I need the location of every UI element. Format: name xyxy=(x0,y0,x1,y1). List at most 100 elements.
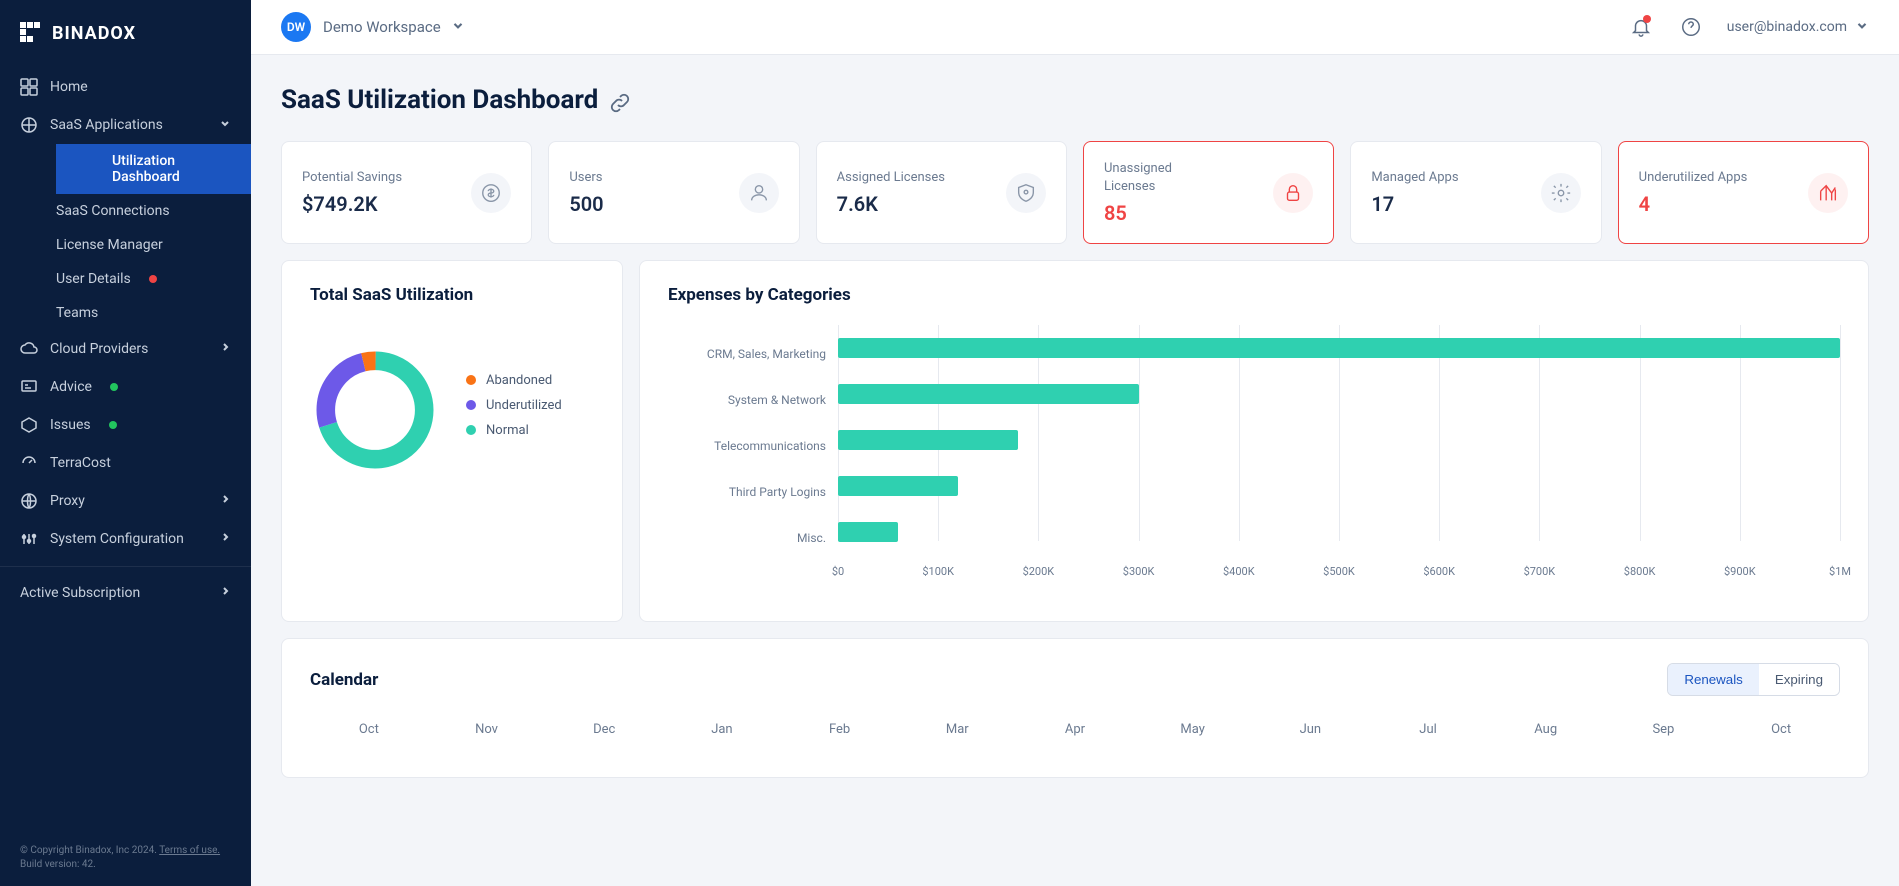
nav: Home SaaS Applications Utilization Dashb… xyxy=(0,68,251,834)
shield-icon xyxy=(1006,173,1046,213)
x-tick-label: $800K xyxy=(1624,565,1656,578)
share-link-button[interactable] xyxy=(610,90,630,110)
calendar-months: OctNovDecJanFebMarAprMayJunJulAugSepOct xyxy=(310,722,1840,737)
legend-label: Abandoned xyxy=(486,373,552,388)
month-label: Sep xyxy=(1605,722,1723,737)
content: SaaS Utilization Dashboard Potential Sav… xyxy=(251,55,1899,886)
kpi-managed-apps[interactable]: Managed Apps17 xyxy=(1350,141,1601,244)
divider xyxy=(0,566,251,567)
brand-logo-icon xyxy=(20,22,44,44)
x-tick-label: $400K xyxy=(1223,565,1255,578)
x-tick-label: $600K xyxy=(1423,565,1455,578)
nav-label: Cloud Providers xyxy=(50,341,148,357)
calendar-card: Calendar Renewals Expiring OctNovDecJanF… xyxy=(281,638,1869,778)
bar[interactable] xyxy=(838,430,1018,450)
nav-label: SaaS Connections xyxy=(56,203,170,219)
status-dot-icon xyxy=(110,383,118,391)
nav-label: License Manager xyxy=(56,237,163,253)
kpi-underutilized-apps[interactable]: Underutilized Apps4 xyxy=(1618,141,1869,244)
page-title: SaaS Utilization Dashboard xyxy=(281,85,1869,115)
nav-saas-submenu: Utilization Dashboard SaaS Connections L… xyxy=(0,144,251,330)
nav-teams[interactable]: Teams xyxy=(56,296,251,330)
x-tick-label: $900K xyxy=(1724,565,1756,578)
help-button[interactable] xyxy=(1677,13,1705,41)
tab-expiring[interactable]: Expiring xyxy=(1759,664,1839,695)
x-tick-label: $1M xyxy=(1829,565,1851,578)
nav-license-manager[interactable]: License Manager xyxy=(56,228,251,262)
workspace-switcher[interactable]: Demo Workspace xyxy=(323,18,465,36)
bar-y-labels: CRM, Sales, MarketingSystem & NetworkTel… xyxy=(668,325,838,591)
nav-cloud-providers[interactable]: Cloud Providers xyxy=(0,330,251,368)
expenses-by-categories-card: Expenses by Categories CRM, Sales, Marke… xyxy=(639,260,1869,622)
legend-dot-icon xyxy=(466,375,476,385)
nav-terracost[interactable]: TerraCost xyxy=(0,444,251,482)
terms-link[interactable]: Terms of use. xyxy=(159,845,220,856)
user-icon xyxy=(739,173,779,213)
legend-item[interactable]: Abandoned xyxy=(466,373,562,388)
kpi-label: Unassigned Licenses xyxy=(1104,160,1214,195)
nav-home[interactable]: Home xyxy=(0,68,251,106)
legend-dot-icon xyxy=(466,425,476,435)
month-label: Dec xyxy=(545,722,663,737)
advice-icon xyxy=(20,378,38,396)
nav-system-configuration[interactable]: System Configuration xyxy=(0,520,251,558)
bar[interactable] xyxy=(838,338,1840,358)
donut-chart[interactable] xyxy=(310,345,440,475)
kpi-potential-savings[interactable]: Potential Savings$749.2K xyxy=(281,141,532,244)
bar[interactable] xyxy=(838,476,958,496)
nav-label: Advice xyxy=(50,379,92,395)
expenses-bar-chart[interactable]: CRM, Sales, MarketingSystem & NetworkTel… xyxy=(668,325,1840,591)
nav-saas-connections[interactable]: SaaS Connections xyxy=(56,194,251,228)
kpi-label: Assigned Licenses xyxy=(837,169,945,187)
bar[interactable] xyxy=(838,522,898,542)
nav-issues[interactable]: Issues xyxy=(0,406,251,444)
kpi-unassigned-licenses[interactable]: Unassigned Licenses85 xyxy=(1083,141,1334,244)
kpi-label: Underutilized Apps xyxy=(1639,169,1748,187)
footer-note: © Copyright Binadox, Inc 2024. Terms of … xyxy=(0,834,251,886)
x-tick-label: $100K xyxy=(922,565,954,578)
kpi-assigned-licenses[interactable]: Assigned Licenses7.6K xyxy=(816,141,1067,244)
nav-saas-applications[interactable]: SaaS Applications xyxy=(0,106,251,144)
bar[interactable] xyxy=(838,384,1139,404)
nav-label: User Details xyxy=(56,271,131,287)
issues-icon xyxy=(20,416,38,434)
cloud-icon xyxy=(20,340,38,358)
month-label: Aug xyxy=(1487,722,1605,737)
kpi-label: Users xyxy=(569,169,603,187)
x-tick-label: $0 xyxy=(832,565,844,578)
topbar: DW Demo Workspace user@binadox.com xyxy=(251,0,1899,55)
apps-icon xyxy=(20,116,38,134)
bar-category-label: Misc. xyxy=(668,515,838,561)
legend-dot-icon xyxy=(466,400,476,410)
bar-category-label: CRM, Sales, Marketing xyxy=(668,331,838,377)
bar-category-label: Third Party Logins xyxy=(668,469,838,515)
legend-label: Normal xyxy=(486,423,529,438)
nav-label: Utilization Dashboard xyxy=(112,153,231,185)
terracost-icon xyxy=(20,454,38,472)
x-tick-label: $200K xyxy=(1023,565,1055,578)
kpi-users[interactable]: Users 500 xyxy=(548,141,799,244)
legend-item[interactable]: Normal xyxy=(466,423,562,438)
kpi-value: 500 xyxy=(569,192,603,216)
home-icon xyxy=(20,78,38,96)
nav-active-subscription[interactable]: Active Subscription xyxy=(0,575,251,611)
workspace-avatar: DW xyxy=(281,12,311,42)
nav-advice[interactable]: Advice xyxy=(0,368,251,406)
legend-item[interactable]: Underutilized xyxy=(466,398,562,413)
x-tick-label: $500K xyxy=(1323,565,1355,578)
user-menu[interactable]: user@binadox.com xyxy=(1727,18,1869,36)
proxy-icon xyxy=(20,492,38,510)
month-label: Feb xyxy=(781,722,899,737)
brand-logo[interactable]: BINADOX xyxy=(0,0,251,68)
tab-renewals[interactable]: Renewals xyxy=(1668,664,1759,695)
nav-user-details[interactable]: User Details xyxy=(56,262,251,296)
nav-label: System Configuration xyxy=(50,531,184,547)
bar-category-label: Telecommunications xyxy=(668,423,838,469)
calendar-toggle: Renewals Expiring xyxy=(1667,663,1840,696)
nav-proxy[interactable]: Proxy xyxy=(0,482,251,520)
month-label: Nov xyxy=(428,722,546,737)
notifications-button[interactable] xyxy=(1627,13,1655,41)
chevron-right-icon xyxy=(219,493,231,509)
month-label: Jun xyxy=(1252,722,1370,737)
nav-utilization-dashboard[interactable]: Utilization Dashboard xyxy=(56,144,251,194)
